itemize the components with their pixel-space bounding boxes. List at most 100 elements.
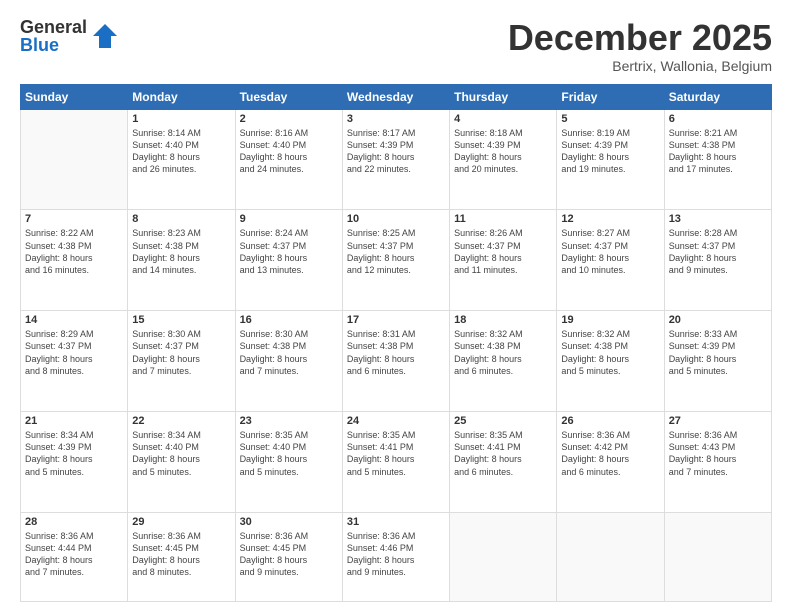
col-monday: Monday bbox=[128, 84, 235, 109]
calendar-cell: 25Sunrise: 8:35 AMSunset: 4:41 PMDayligh… bbox=[450, 412, 557, 513]
col-saturday: Saturday bbox=[664, 84, 771, 109]
day-number: 28 bbox=[25, 516, 123, 528]
cell-info: Sunrise: 8:17 AMSunset: 4:39 PMDaylight:… bbox=[347, 127, 445, 176]
day-number: 31 bbox=[347, 516, 445, 528]
calendar-cell: 5 Sunrise: 8:19 AMSunset: 4:39 PMDaylight… bbox=[557, 109, 664, 210]
day-number: 30 bbox=[240, 516, 338, 528]
calendar-cell: 9 Sunrise: 8:24 AMSunset: 4:37 PMDaylight… bbox=[235, 210, 342, 311]
cell-info: Sunrise: 8:33 AMSunset: 4:39 PMDaylight:… bbox=[669, 328, 767, 377]
header-row: Sunday Monday Tuesday Wednesday Thursday… bbox=[21, 84, 772, 109]
cell-info: Sunrise: 8:35 AMSunset: 4:41 PMDaylight:… bbox=[347, 429, 445, 478]
col-sunday: Sunday bbox=[21, 84, 128, 109]
calendar-cell: 10Sunrise: 8:25 AMSunset: 4:37 PMDayligh… bbox=[342, 210, 449, 311]
calendar-cell: 11 Sunrise: 8:26 AMSunset: 4:37 PMDayligh… bbox=[450, 210, 557, 311]
calendar-cell: 13 Sunrise: 8:28 AMSunset: 4:37 PMDayligh… bbox=[664, 210, 771, 311]
day-number: 26 bbox=[561, 415, 659, 427]
day-number: 2 bbox=[240, 113, 338, 125]
cell-info: Sunrise: 8:16 AMSunset: 4:40 PMDaylight:… bbox=[240, 127, 338, 176]
day-number: 3 bbox=[347, 113, 445, 125]
week-row-4: 21 Sunrise: 8:34 AMSunset: 4:39 PMDayligh… bbox=[21, 412, 772, 513]
day-number: 21 bbox=[25, 415, 123, 427]
day-number: 15 bbox=[132, 314, 230, 326]
cell-info: Sunrise: 8:19 AMSunset: 4:39 PMDaylight:… bbox=[561, 127, 659, 176]
calendar-cell: 28Sunrise: 8:36 AMSunset: 4:44 PMDayligh… bbox=[21, 512, 128, 601]
calendar-cell: 22 Sunrise: 8:34 AMSunset: 4:40 PMDayligh… bbox=[128, 412, 235, 513]
calendar-cell: 27 Sunrise: 8:36 AMSunset: 4:43 PMDayligh… bbox=[664, 412, 771, 513]
cell-info: Sunrise: 8:22 AMSunset: 4:38 PMDaylight:… bbox=[25, 227, 123, 276]
cell-info: Sunrise: 8:30 AMSunset: 4:38 PMDaylight:… bbox=[240, 328, 338, 377]
cell-info: Sunrise: 8:21 AMSunset: 4:38 PMDaylight:… bbox=[669, 127, 767, 176]
day-number: 14 bbox=[25, 314, 123, 326]
calendar-cell: 16 Sunrise: 8:30 AMSunset: 4:38 PMDayligh… bbox=[235, 311, 342, 412]
day-number: 7 bbox=[25, 213, 123, 225]
day-number: 9 bbox=[240, 213, 338, 225]
cell-info: Sunrise: 8:34 AMSunset: 4:39 PMDaylight:… bbox=[25, 429, 123, 478]
cell-info: Sunrise: 8:36 AMSunset: 4:45 PMDaylight:… bbox=[132, 530, 230, 579]
logo-text: General Blue bbox=[20, 18, 87, 54]
logo: General Blue bbox=[20, 18, 119, 54]
day-number: 11 bbox=[454, 213, 552, 225]
col-wednesday: Wednesday bbox=[342, 84, 449, 109]
calendar-cell: 2 Sunrise: 8:16 AMSunset: 4:40 PMDaylight… bbox=[235, 109, 342, 210]
week-row-3: 14Sunrise: 8:29 AMSunset: 4:37 PMDayligh… bbox=[21, 311, 772, 412]
cell-info: Sunrise: 8:23 AMSunset: 4:38 PMDaylight:… bbox=[132, 227, 230, 276]
col-friday: Friday bbox=[557, 84, 664, 109]
month-title: December 2025 bbox=[508, 18, 772, 58]
calendar-cell bbox=[664, 512, 771, 601]
calendar-cell: 14Sunrise: 8:29 AMSunset: 4:37 PMDayligh… bbox=[21, 311, 128, 412]
cell-info: Sunrise: 8:34 AMSunset: 4:40 PMDaylight:… bbox=[132, 429, 230, 478]
calendar-cell: 19Sunrise: 8:32 AMSunset: 4:38 PMDayligh… bbox=[557, 311, 664, 412]
calendar-cell: 3 Sunrise: 8:17 AMSunset: 4:39 PMDaylight… bbox=[342, 109, 449, 210]
day-number: 27 bbox=[669, 415, 767, 427]
day-number: 19 bbox=[561, 314, 659, 326]
cell-info: Sunrise: 8:14 AMSunset: 4:40 PMDaylight:… bbox=[132, 127, 230, 176]
day-number: 5 bbox=[561, 113, 659, 125]
day-number: 23 bbox=[240, 415, 338, 427]
cell-info: Sunrise: 8:25 AMSunset: 4:37 PMDaylight:… bbox=[347, 227, 445, 276]
week-row-1: 1 Sunrise: 8:14 AMSunset: 4:40 PMDaylight… bbox=[21, 109, 772, 210]
calendar-cell: 1 Sunrise: 8:14 AMSunset: 4:40 PMDaylight… bbox=[128, 109, 235, 210]
calendar-cell: 24 Sunrise: 8:35 AMSunset: 4:41 PMDayligh… bbox=[342, 412, 449, 513]
logo-general: General bbox=[20, 18, 87, 36]
calendar-cell bbox=[450, 512, 557, 601]
cell-info: Sunrise: 8:28 AMSunset: 4:37 PMDaylight:… bbox=[669, 227, 767, 276]
day-number: 1 bbox=[132, 113, 230, 125]
calendar-cell: 17Sunrise: 8:31 AMSunset: 4:38 PMDayligh… bbox=[342, 311, 449, 412]
logo-blue: Blue bbox=[20, 36, 87, 54]
calendar-cell: 26Sunrise: 8:36 AMSunset: 4:42 PMDayligh… bbox=[557, 412, 664, 513]
cell-info: Sunrise: 8:30 AMSunset: 4:37 PMDaylight:… bbox=[132, 328, 230, 377]
calendar-cell: 6 Sunrise: 8:21 AMSunset: 4:38 PMDaylight… bbox=[664, 109, 771, 210]
header: General Blue December 2025 Bertrix, Wall… bbox=[20, 18, 772, 74]
day-number: 8 bbox=[132, 213, 230, 225]
day-number: 4 bbox=[454, 113, 552, 125]
day-number: 13 bbox=[669, 213, 767, 225]
calendar-cell: 18 Sunrise: 8:32 AMSunset: 4:38 PMDayligh… bbox=[450, 311, 557, 412]
day-number: 18 bbox=[454, 314, 552, 326]
calendar-cell: 23Sunrise: 8:35 AMSunset: 4:40 PMDayligh… bbox=[235, 412, 342, 513]
calendar-cell: 30Sunrise: 8:36 AMSunset: 4:45 PMDayligh… bbox=[235, 512, 342, 601]
week-row-2: 7 Sunrise: 8:22 AMSunset: 4:38 PMDaylight… bbox=[21, 210, 772, 311]
calendar-cell: 29 Sunrise: 8:36 AMSunset: 4:45 PMDayligh… bbox=[128, 512, 235, 601]
calendar-cell bbox=[21, 109, 128, 210]
cell-info: Sunrise: 8:31 AMSunset: 4:38 PMDaylight:… bbox=[347, 328, 445, 377]
day-number: 16 bbox=[240, 314, 338, 326]
calendar-cell: 15 Sunrise: 8:30 AMSunset: 4:37 PMDayligh… bbox=[128, 311, 235, 412]
col-thursday: Thursday bbox=[450, 84, 557, 109]
day-number: 12 bbox=[561, 213, 659, 225]
page: General Blue December 2025 Bertrix, Wall… bbox=[0, 0, 792, 612]
logo-icon bbox=[91, 22, 119, 50]
cell-info: Sunrise: 8:32 AMSunset: 4:38 PMDaylight:… bbox=[454, 328, 552, 377]
day-number: 24 bbox=[347, 415, 445, 427]
week-row-5: 28Sunrise: 8:36 AMSunset: 4:44 PMDayligh… bbox=[21, 512, 772, 601]
calendar-cell: 20 Sunrise: 8:33 AMSunset: 4:39 PMDayligh… bbox=[664, 311, 771, 412]
cell-info: Sunrise: 8:24 AMSunset: 4:37 PMDaylight:… bbox=[240, 227, 338, 276]
calendar-cell bbox=[557, 512, 664, 601]
cell-info: Sunrise: 8:26 AMSunset: 4:37 PMDaylight:… bbox=[454, 227, 552, 276]
cell-info: Sunrise: 8:36 AMSunset: 4:43 PMDaylight:… bbox=[669, 429, 767, 478]
day-number: 22 bbox=[132, 415, 230, 427]
day-number: 6 bbox=[669, 113, 767, 125]
day-number: 29 bbox=[132, 516, 230, 528]
day-number: 20 bbox=[669, 314, 767, 326]
calendar-cell: 31Sunrise: 8:36 AMSunset: 4:46 PMDayligh… bbox=[342, 512, 449, 601]
calendar-table: Sunday Monday Tuesday Wednesday Thursday… bbox=[20, 84, 772, 602]
